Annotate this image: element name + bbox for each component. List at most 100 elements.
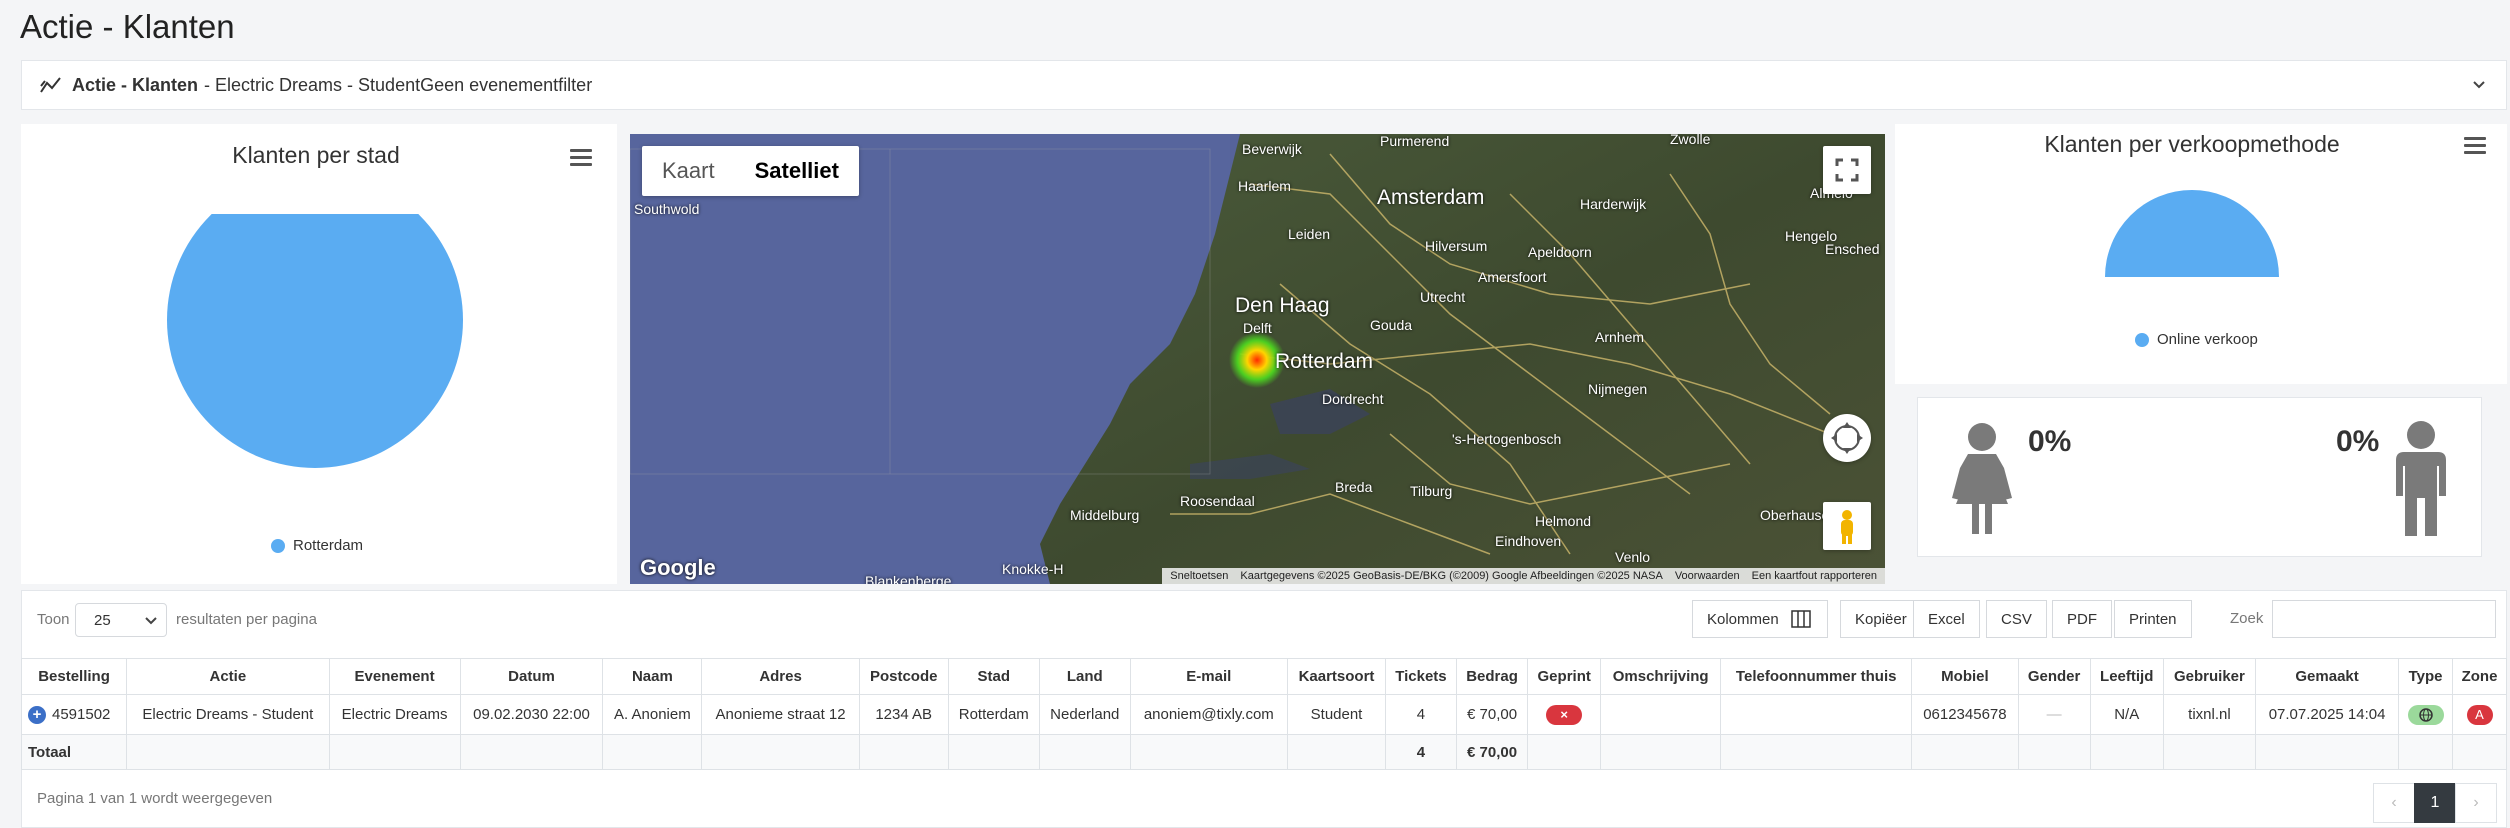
table-header-row: Bestelling Actie Evenement Datum Naam Ad… (20, 658, 2507, 695)
trend-line-icon (40, 77, 61, 93)
total-bedrag: € 70,00 (1455, 734, 1529, 770)
svg-text:Blankenberge: Blankenberge (865, 573, 952, 584)
pie-slice-online-verkoop[interactable] (2105, 190, 2279, 277)
pie-slice-rotterdam[interactable] (167, 214, 463, 468)
svg-text:Den Haag: Den Haag (1235, 294, 1330, 317)
svg-text:Utrecht: Utrecht (1420, 289, 1465, 305)
cell-naam: A. Anoniem (602, 694, 703, 735)
expand-row-icon[interactable]: + (28, 705, 46, 724)
cell-gebruiker: tixnl.nl (2162, 694, 2257, 735)
svg-text:Amersfoort: Amersfoort (1478, 269, 1547, 285)
per-page-label: resultaten per pagina (176, 611, 317, 628)
svg-text:Hilversum: Hilversum (1425, 238, 1487, 254)
map-view[interactable]: Amsterdam Den Haag Rotterdam Purmerend Z… (630, 134, 1885, 584)
page-title: Actie - Klanten (20, 8, 235, 45)
filter-title: Actie - Klanten (72, 74, 199, 95)
svg-text:Southwold: Southwold (634, 201, 699, 217)
method-legend[interactable]: Online verkoop (2135, 331, 2258, 348)
chevron-down-icon (145, 617, 157, 625)
col-omschrijving[interactable]: Omschrijving (1600, 658, 1722, 695)
not-printed-badge: × (1546, 704, 1583, 725)
pegman-icon (1841, 510, 1853, 544)
col-adres[interactable]: Adres (701, 658, 860, 695)
col-email[interactable]: E-mail (1129, 658, 1289, 695)
csv-button[interactable]: CSV (1986, 600, 2047, 638)
cell-telefoon (1720, 694, 1913, 735)
excel-button[interactable]: Excel (1913, 600, 1980, 638)
legend-label-rotterdam: Rotterdam (293, 537, 364, 554)
hamburger-menu-icon[interactable] (570, 149, 592, 167)
columns-button[interactable]: Kolommen (1692, 600, 1828, 638)
method-chart-panel: Klanten per verkoopmethode Online verkoo… (1895, 124, 2507, 384)
col-stad[interactable]: Stad (947, 658, 1041, 695)
col-actie[interactable]: Actie (126, 658, 330, 695)
map-tab-satelliet[interactable]: Satelliet (735, 146, 859, 196)
col-zone[interactable]: Zone (2452, 658, 2507, 695)
male-person-icon (2396, 421, 2446, 536)
col-kaartsoort[interactable]: Kaartsoort (1287, 658, 1386, 695)
svg-text:Rotterdam: Rotterdam (1275, 350, 1373, 373)
city-legend[interactable]: Rotterdam (271, 537, 363, 554)
fullscreen-button[interactable] (1823, 146, 1871, 194)
col-geprint[interactable]: Geprint (1527, 658, 1602, 695)
pagination-page-1[interactable]: 1 (2414, 783, 2456, 823)
col-gender[interactable]: Gender (2017, 658, 2091, 695)
col-type[interactable]: Type (2398, 658, 2454, 695)
map-type-control[interactable]: Kaart Satelliet (642, 146, 859, 196)
pdf-button[interactable]: PDF (2052, 600, 2112, 638)
copy-button[interactable]: Kopiëer (1840, 600, 1922, 638)
map-tab-kaart[interactable]: Kaart (642, 146, 735, 196)
map-report-link[interactable]: Een kaartfout rapporteren (1752, 570, 1877, 582)
city-chart-title: Klanten per stad (232, 142, 400, 168)
search-input[interactable] (2272, 600, 2496, 638)
cell-postcode: 1234 AB (858, 694, 949, 735)
map-data-credit: Kaartgegevens ©2025 GeoBasis-DE/BKG (©20… (1240, 570, 1663, 582)
cell-land: Nederland (1039, 694, 1131, 735)
map-terms-link[interactable]: Voorwaarden (1675, 570, 1740, 582)
city-pie (167, 214, 463, 468)
svg-text:Apeldoorn: Apeldoorn (1528, 244, 1592, 260)
svg-text:Gouda: Gouda (1370, 317, 1412, 333)
map-shortcuts-link[interactable]: Sneltoetsen (1170, 570, 1228, 582)
cell-adres: Anonieme straat 12 (701, 694, 860, 735)
columns-icon (1790, 610, 1811, 628)
svg-text:Dordrecht: Dordrecht (1322, 391, 1384, 407)
camera-control-button[interactable] (1823, 414, 1871, 462)
chevron-down-icon[interactable] (2470, 75, 2488, 93)
hamburger-menu-icon[interactable] (2464, 137, 2486, 155)
col-leeftijd[interactable]: Leeftijd (2089, 658, 2164, 695)
table-row[interactable]: +4591502 Electric Dreams - Student Elect… (20, 694, 2507, 735)
col-gemaakt[interactable]: Gemaakt (2255, 658, 2400, 695)
col-mobiel[interactable]: Mobiel (1911, 658, 2019, 695)
filter-bar[interactable]: Actie - Klanten - Electric Dreams - Stud… (21, 60, 2507, 110)
svg-text:Ensched: Ensched (1825, 241, 1879, 257)
col-gebruiker[interactable]: Gebruiker (2162, 658, 2257, 695)
print-button[interactable]: Printen (2114, 600, 2192, 638)
col-postcode[interactable]: Postcode (858, 658, 949, 695)
google-logo: Google (640, 555, 716, 580)
camera-move-icon (1831, 422, 1863, 454)
col-evenement[interactable]: Evenement (328, 658, 461, 695)
columns-label: Kolommen (1707, 610, 1779, 628)
col-telefoon[interactable]: Telefoonnummer thuis (1720, 658, 1913, 695)
show-label: Toon (37, 611, 70, 628)
page-size-value: 25 (94, 612, 111, 629)
svg-text:Arnhem: Arnhem (1595, 329, 1644, 345)
col-naam[interactable]: Naam (602, 658, 703, 695)
col-tickets[interactable]: Tickets (1384, 658, 1457, 695)
cell-bestelling: 4591502 (52, 705, 111, 723)
street-view-button[interactable] (1823, 502, 1871, 550)
col-bestelling[interactable]: Bestelling (20, 658, 128, 695)
cell-mobiel: 0612345678 (1911, 694, 2019, 735)
svg-text:Venlo: Venlo (1615, 549, 1650, 565)
pagination-prev[interactable]: ‹ (2373, 783, 2415, 823)
col-land[interactable]: Land (1039, 658, 1131, 695)
col-datum[interactable]: Datum (459, 658, 604, 695)
svg-text:Breda: Breda (1335, 479, 1373, 495)
pagination-next[interactable]: › (2455, 783, 2497, 823)
svg-text:Roosendaal: Roosendaal (1180, 493, 1255, 509)
zone-badge: A (2466, 704, 2493, 725)
svg-text:Delft: Delft (1243, 320, 1272, 336)
page-size-select[interactable]: 25 (75, 603, 167, 637)
col-bedrag[interactable]: Bedrag (1455, 658, 1529, 695)
